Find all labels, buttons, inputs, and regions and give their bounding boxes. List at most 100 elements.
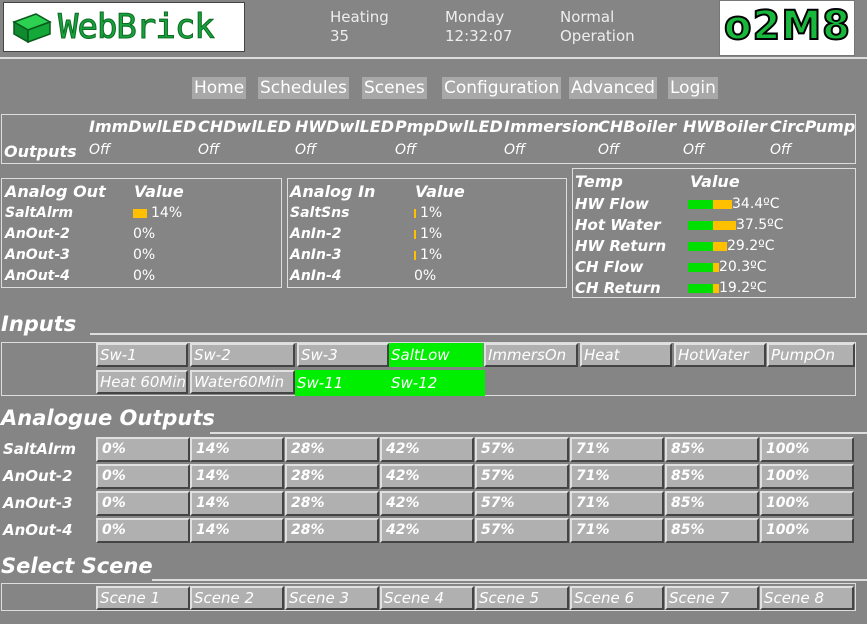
ao-set-button-1-5[interactable]: 71%	[570, 464, 664, 489]
ao-channel-3: AnOut-4	[3, 521, 73, 539]
temp-name-3: CH Flow	[575, 258, 644, 276]
temp-name-1: Hot Water	[575, 216, 661, 234]
input-heat-60min[interactable]: Heat 60Min	[96, 370, 188, 394]
ao-set-button-0-5[interactable]: 71%	[570, 437, 664, 462]
ao-set-button-3-2[interactable]: 28%	[285, 518, 379, 543]
temp-value-3: 20.3ºC	[719, 259, 767, 275]
ao-set-button-0-6[interactable]: 85%	[665, 437, 759, 462]
input-sw-1[interactable]: Sw-1	[96, 343, 188, 367]
nav-advanced[interactable]: Advanced	[569, 77, 657, 99]
ao-set-button-1-2[interactable]: 28%	[285, 464, 379, 489]
ao-set-button-0-0[interactable]: 0%	[96, 437, 190, 462]
time-text: 12:32:07	[445, 27, 513, 45]
temp-green-bar-3	[688, 263, 713, 272]
ao-set-button-2-0[interactable]: 0%	[96, 491, 190, 516]
ao-channel-2: AnOut-3	[3, 494, 73, 512]
output-name-2: HWDwlLED	[295, 117, 394, 136]
nav-home[interactable]: Home	[192, 77, 247, 99]
ao-set-button-2-5[interactable]: 71%	[570, 491, 664, 516]
scene-button-4[interactable]: Scene 4	[380, 586, 474, 610]
ao-set-button-2-2[interactable]: 28%	[285, 491, 379, 516]
ao-set-button-0-2[interactable]: 28%	[285, 437, 379, 462]
ao-set-button-0-1[interactable]: 14%	[190, 437, 284, 462]
input-sw-2[interactable]: Sw-2	[190, 343, 295, 367]
input-water60min[interactable]: Water60Min	[190, 370, 295, 394]
nav-schedules[interactable]: Schedules	[258, 77, 349, 99]
webbrick-logo: WebBrick	[3, 2, 245, 52]
ao-set-button-0-4[interactable]: 57%	[475, 437, 569, 462]
output-state-2[interactable]: Off	[295, 142, 316, 158]
output-state-4[interactable]: Off	[504, 142, 525, 158]
analog_in-value-1: 1%	[420, 226, 443, 242]
input-immerson[interactable]: ImmersOn	[484, 343, 578, 367]
output-state-6[interactable]: Off	[683, 142, 704, 158]
analog_in-value-3: 0%	[414, 268, 437, 284]
input-sw-3[interactable]: Sw-3	[297, 343, 389, 367]
output-name-4: Immersion	[504, 117, 600, 136]
ao-set-button-3-0[interactable]: 0%	[96, 518, 190, 543]
ao-set-button-1-4[interactable]: 57%	[475, 464, 569, 489]
input-pumpon[interactable]: PumpOn	[767, 343, 855, 367]
analog_out-value-1: 0%	[133, 226, 156, 242]
scene-button-5[interactable]: Scene 5	[475, 586, 569, 610]
o2m8-logo: o2M8	[719, 0, 855, 56]
analog_out-value-3: 0%	[133, 268, 156, 284]
input-sw-12[interactable]: Sw-12	[389, 370, 485, 396]
ao-set-button-3-6[interactable]: 85%	[665, 518, 759, 543]
ao-set-button-1-1[interactable]: 14%	[190, 464, 284, 489]
scene-button-3[interactable]: Scene 3	[285, 586, 379, 610]
nav-scenes[interactable]: Scenes	[362, 77, 427, 99]
ao-set-button-3-5[interactable]: 71%	[570, 518, 664, 543]
mode-status: Normal Operation	[560, 8, 635, 46]
inputs-rule	[90, 333, 867, 335]
ao-set-button-3-3[interactable]: 42%	[380, 518, 474, 543]
brick-icon	[12, 13, 52, 44]
ao-set-button-3-7[interactable]: 100%	[760, 518, 854, 543]
ao-set-button-1-0[interactable]: 0%	[96, 464, 190, 489]
analog-in-value-header: Value	[415, 182, 465, 201]
ao-set-button-3-1[interactable]: 14%	[190, 518, 284, 543]
analog-out-header: Analog Out	[5, 182, 106, 201]
ao-set-button-2-3[interactable]: 42%	[380, 491, 474, 516]
ao-set-button-3-4[interactable]: 57%	[475, 518, 569, 543]
input-heat[interactable]: Heat	[580, 343, 672, 367]
temp-value-4: 19.2ºC	[719, 280, 767, 296]
input-saltlow[interactable]: SaltLow	[389, 343, 483, 367]
output-state-1[interactable]: Off	[198, 142, 219, 158]
output-state-7[interactable]: Off	[770, 142, 791, 158]
output-state-3[interactable]: Off	[395, 142, 416, 158]
ao-set-button-2-6[interactable]: 85%	[665, 491, 759, 516]
output-name-6: HWBoiler	[683, 117, 767, 136]
ao-set-button-2-1[interactable]: 14%	[190, 491, 284, 516]
scene-button-8[interactable]: Scene 8	[760, 586, 854, 610]
nav-configuration[interactable]: Configuration	[442, 77, 562, 99]
analog_out-value-2: 0%	[133, 247, 156, 263]
ao-set-button-0-3[interactable]: 42%	[380, 437, 474, 462]
ao-set-button-1-7[interactable]: 100%	[760, 464, 854, 489]
input-sw-11[interactable]: Sw-11	[295, 370, 389, 396]
ao-set-button-2-4[interactable]: 57%	[475, 491, 569, 516]
scene-button-7[interactable]: Scene 7	[665, 586, 759, 610]
output-state-5[interactable]: Off	[598, 142, 619, 158]
ao-channel-0: SaltAlrm	[3, 440, 77, 458]
input-hotwater[interactable]: HotWater	[674, 343, 766, 367]
output-state-0[interactable]: Off	[89, 142, 110, 158]
ao-set-button-0-7[interactable]: 100%	[760, 437, 854, 462]
temp-level-bar-0	[713, 200, 732, 209]
ao-set-button-2-7[interactable]: 100%	[760, 491, 854, 516]
analog_in-level-bar-0	[414, 209, 416, 218]
ao-set-button-1-6[interactable]: 85%	[665, 464, 759, 489]
analogue-outputs-title: Analogue Outputs	[1, 406, 215, 430]
nav-login[interactable]: Login	[668, 77, 718, 99]
scene-button-6[interactable]: Scene 6	[570, 586, 664, 610]
analog_out-value-0: 14%	[151, 205, 183, 221]
temp-value-2: 29.2ºC	[727, 238, 775, 254]
scene-button-1[interactable]: Scene 1	[96, 586, 190, 610]
outputs-label: Outputs	[4, 142, 77, 161]
scene-rule	[152, 579, 867, 581]
ao-set-button-1-3[interactable]: 42%	[380, 464, 474, 489]
scene-button-2[interactable]: Scene 2	[190, 586, 284, 610]
badge-text: o2M8	[723, 2, 851, 50]
temp-value-1: 37.5ºC	[736, 217, 784, 233]
analog_in-value-0: 1%	[420, 205, 443, 221]
